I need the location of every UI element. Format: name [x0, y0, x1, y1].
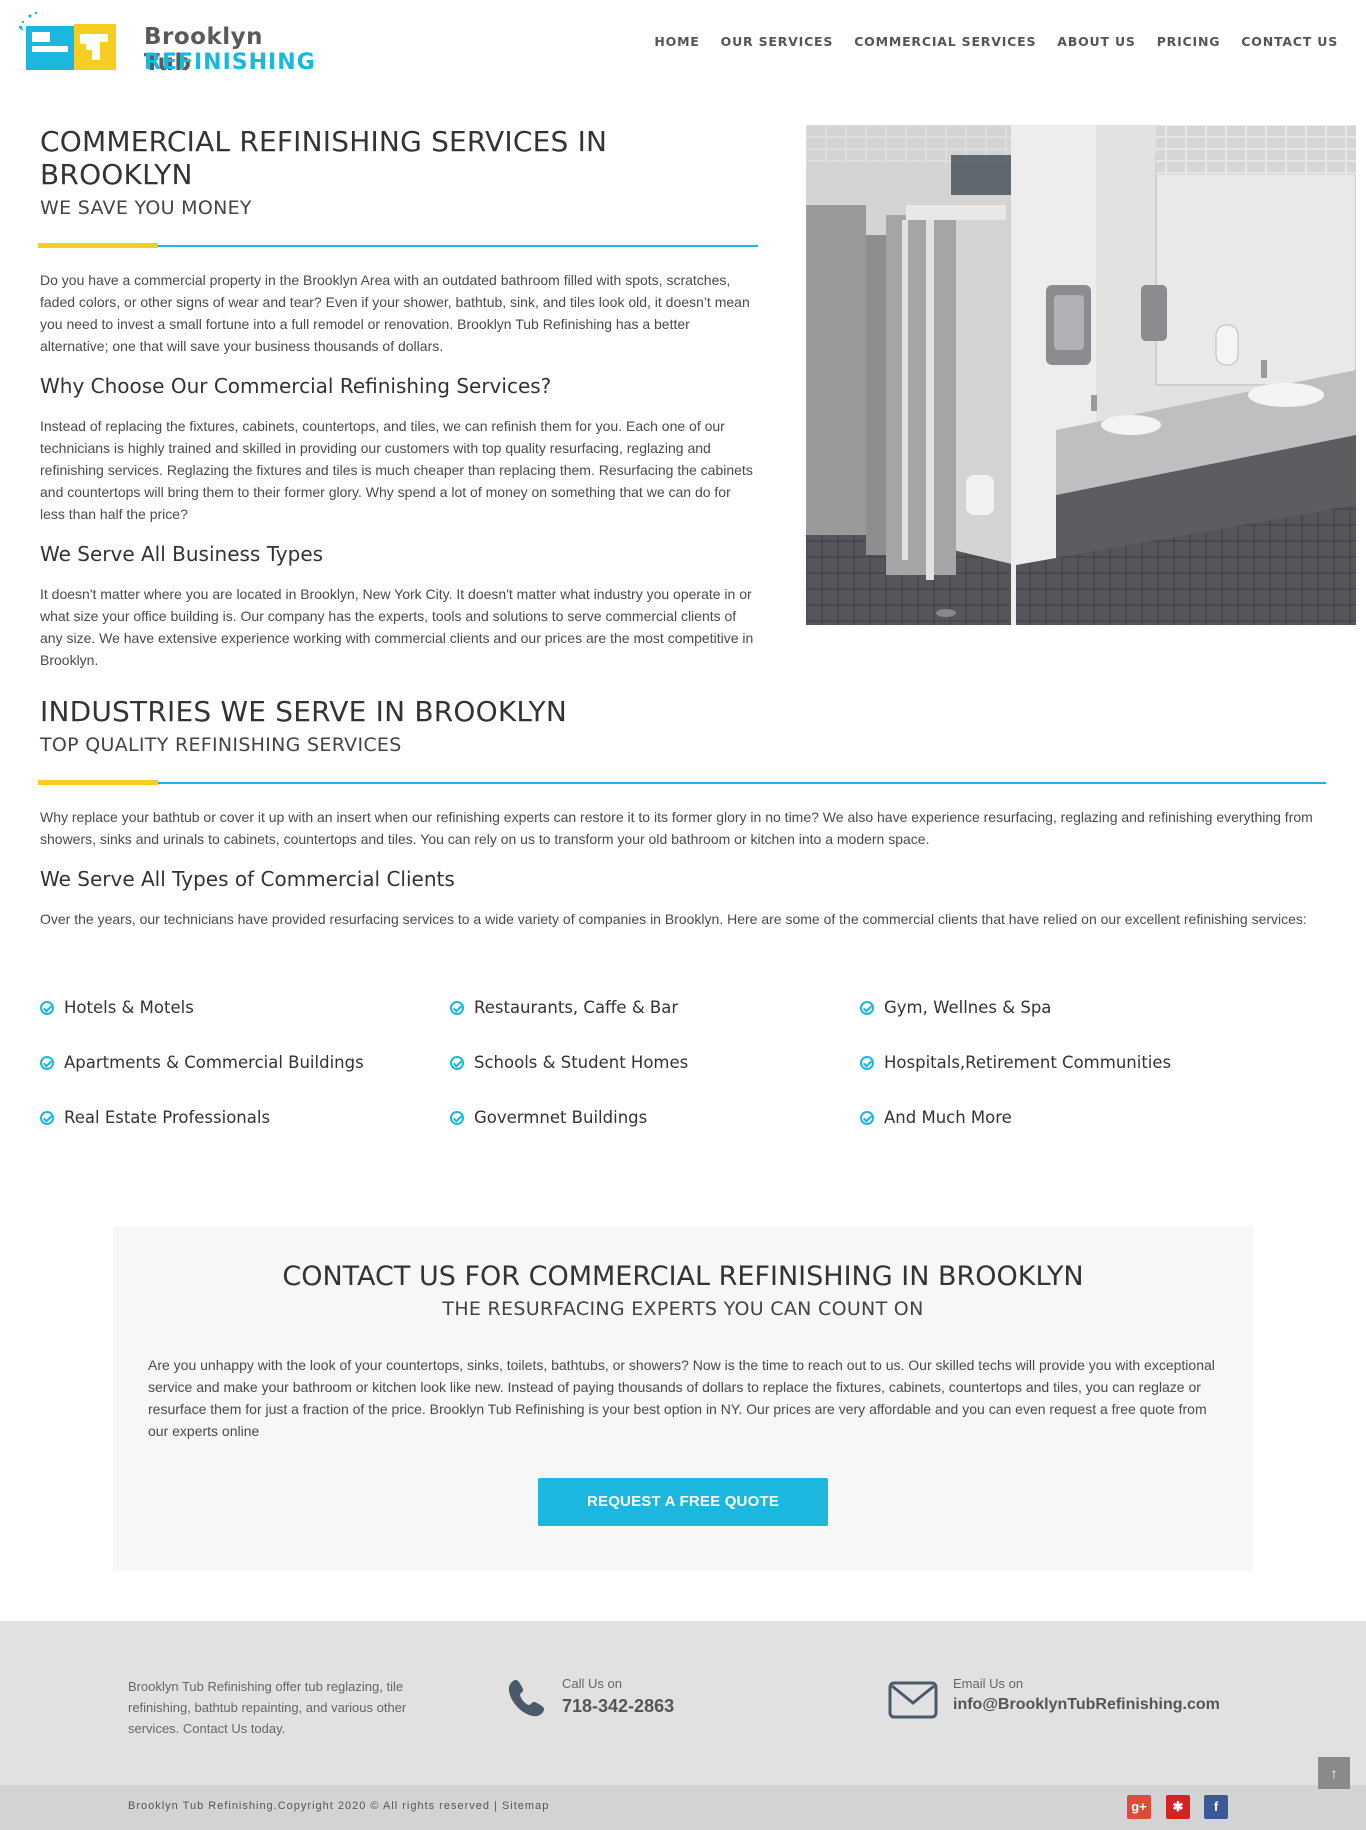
- why-choose-heading: Why Choose Our Commercial Refinishing Se…: [40, 374, 552, 398]
- nav-contact-us[interactable]: CONTACT US: [1241, 34, 1338, 49]
- list-item: Schools & Student Homes: [450, 1053, 688, 1072]
- client-label: Apartments & Commercial Buildings: [64, 1053, 364, 1072]
- section-divider: [38, 780, 1326, 785]
- client-label: Schools & Student Homes: [474, 1053, 689, 1072]
- contact-subtitle: THE RESURFACING EXPERTS YOU CAN COUNT ON: [442, 1298, 924, 1320]
- copyright-bar: Brooklyn Tub Refinishing.Copyright 2020 …: [0, 1785, 1366, 1830]
- client-label: Govermnet Buildings: [474, 1108, 648, 1127]
- client-label: Restaurants, Caffe & Bar: [474, 998, 679, 1017]
- section-divider: [38, 243, 758, 248]
- commercial-intro-section: COMMERCIAL REFINISHING SERVICES IN BROOK…: [38, 125, 758, 671]
- section2-intro-text: Why replace your bathtub or cover it up …: [40, 809, 1313, 847]
- client-label: And Much More: [884, 1108, 1012, 1127]
- email-label: Email Us on: [953, 1676, 1024, 1691]
- check-circle-icon: [40, 1055, 54, 1070]
- site-header: Brooklyn Tub REFINISHING HOME OUR SERVIC…: [0, 0, 1366, 100]
- footer-about-text: Brooklyn Tub Refinishing offer tub regla…: [128, 1679, 407, 1736]
- yelp-icon[interactable]: ✱: [1166, 1795, 1190, 1819]
- check-circle-icon: [40, 1110, 54, 1125]
- call-label: Call Us on: [562, 1676, 622, 1691]
- list-item: Govermnet Buildings: [450, 1108, 647, 1127]
- phone-number[interactable]: 718-342-2863: [562, 1696, 674, 1717]
- contact-cta-box: CONTACT US FOR COMMERCIAL REFINISHING IN…: [113, 1226, 1253, 1571]
- client-label: Real Estate Professionals: [64, 1108, 271, 1127]
- serve-all-heading: We Serve All Business Types: [40, 542, 324, 566]
- copyright-text: Brooklyn Tub Refinishing.Copyright 2020 …: [128, 1800, 549, 1812]
- nav-about-us[interactable]: ABOUT US: [1057, 34, 1135, 49]
- client-label: Gym, Wellnes & Spa: [884, 998, 1052, 1017]
- check-circle-icon: [860, 1055, 874, 1070]
- list-item: Hotels & Motels: [40, 998, 194, 1017]
- serve-all-text: It doesn't matter where you are located …: [40, 586, 754, 668]
- sitemap-link[interactable]: Sitemap: [502, 1800, 549, 1812]
- nav-home[interactable]: HOME: [654, 34, 699, 49]
- list-item: Gym, Wellnes & Spa: [860, 998, 1051, 1017]
- request-quote-button[interactable]: REQUEST A FREE QUOTE: [538, 1478, 828, 1526]
- why-choose-text: Instead of replacing the fixtures, cabin…: [40, 418, 753, 522]
- check-circle-icon: [40, 1000, 54, 1015]
- google-plus-icon[interactable]: g+: [1127, 1795, 1151, 1819]
- email-address[interactable]: info@BrooklynTubRefinishing.com: [953, 1696, 1220, 1714]
- nav-pricing[interactable]: PRICING: [1157, 34, 1221, 49]
- check-circle-icon: [450, 1110, 464, 1125]
- footer-email: Email Us on info@BrooklynTubRefinishing.…: [953, 1676, 1220, 1714]
- section2-subtitle: TOP QUALITY REFINISHING SERVICES: [40, 734, 402, 756]
- logo-text-line2: REFINISHING: [144, 50, 316, 75]
- nav-commercial-services[interactable]: COMMERCIAL SERVICES: [854, 34, 1036, 49]
- facebook-icon[interactable]: f: [1204, 1795, 1228, 1819]
- contact-title: CONTACT US FOR COMMERCIAL REFINISHING IN…: [282, 1261, 1084, 1292]
- clients-heading: We Serve All Types of Commercial Clients: [40, 867, 455, 891]
- footer-call: Call Us on 718-342-2863: [562, 1676, 674, 1717]
- back-to-top-button[interactable]: ↑: [1318, 1757, 1350, 1789]
- list-item: Apartments & Commercial Buildings: [40, 1053, 364, 1072]
- industries-section: INDUSTRIES WE SERVE IN BROOKLYN TOP QUAL…: [38, 695, 1326, 930]
- check-circle-icon: [860, 1000, 874, 1015]
- client-label: Hotels & Motels: [64, 998, 194, 1017]
- section1-intro-text: Do you have a commercial property in the…: [40, 272, 750, 354]
- envelope-icon: [888, 1681, 938, 1719]
- commercial-restroom-image: [806, 125, 1356, 625]
- phone-icon: [508, 1679, 545, 1717]
- check-circle-icon: [450, 1055, 464, 1070]
- tub-logo-icon: [19, 11, 116, 70]
- section1-subtitle: WE SAVE YOU MONEY: [40, 197, 252, 219]
- copyright-notice: Brooklyn Tub Refinishing.Copyright 2020 …: [128, 1800, 498, 1812]
- contact-text: Are you unhappy with the look of your co…: [148, 1357, 1215, 1439]
- nav-our-services[interactable]: OUR SERVICES: [721, 34, 834, 49]
- main-nav: HOME OUR SERVICES COMMERCIAL SERVICES AB…: [654, 34, 1338, 49]
- section2-title: INDUSTRIES WE SERVE IN BROOKLYN: [40, 695, 567, 728]
- list-item: And Much More: [860, 1108, 1012, 1127]
- check-circle-icon: [450, 1000, 464, 1015]
- list-item: Real Estate Professionals: [40, 1108, 270, 1127]
- check-circle-icon: [860, 1110, 874, 1125]
- clients-text: Over the years, our technicians have pro…: [40, 911, 1307, 927]
- list-item: Restaurants, Caffe & Bar: [450, 998, 678, 1017]
- client-label: Hospitals,Retirement Communities: [884, 1053, 1172, 1072]
- site-logo[interactable]: Brooklyn Tub REFINISHING: [16, 10, 315, 80]
- site-footer: Brooklyn Tub Refinishing offer tub regla…: [0, 1621, 1366, 1785]
- list-item: Hospitals,Retirement Communities: [860, 1053, 1171, 1072]
- section1-title: COMMERCIAL REFINISHING SERVICES IN BROOK…: [40, 125, 608, 191]
